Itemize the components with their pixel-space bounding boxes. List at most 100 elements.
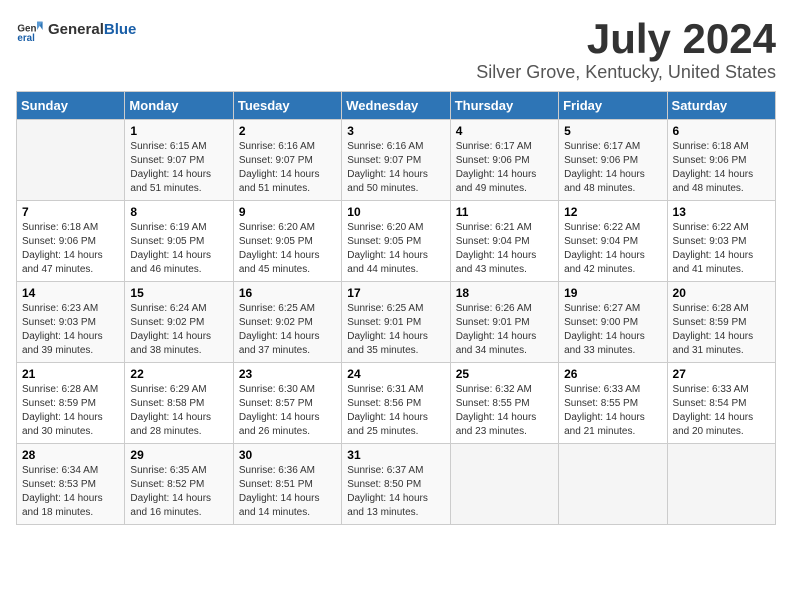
- day-number: 23: [239, 367, 336, 381]
- svg-text:eral: eral: [17, 33, 35, 44]
- calendar-cell: 29 Sunrise: 6:35 AM Sunset: 8:52 PM Dayli…: [125, 444, 233, 525]
- day-info: Sunrise: 6:31 AM Sunset: 8:56 PM Dayligh…: [347, 383, 444, 439]
- day-number: 18: [456, 286, 553, 300]
- calendar-table: SundayMondayTuesdayWednesdayThursdayFrid…: [16, 91, 776, 525]
- day-info: Sunrise: 6:19 AM Sunset: 9:05 PM Dayligh…: [130, 221, 227, 277]
- logo-text: GeneralBlue: [48, 22, 136, 38]
- logo: Gen eral GeneralBlue: [16, 16, 136, 44]
- day-number: 25: [456, 367, 553, 381]
- calendar-cell: 8 Sunrise: 6:19 AM Sunset: 9:05 PM Daylig…: [125, 201, 233, 282]
- day-info: Sunrise: 6:21 AM Sunset: 9:04 PM Dayligh…: [456, 221, 553, 277]
- calendar-week-row: 21 Sunrise: 6:28 AM Sunset: 8:59 PM Dayli…: [17, 363, 776, 444]
- header: Gen eral GeneralBlue July 2024 Silver Gr…: [16, 16, 776, 83]
- day-number: 4: [456, 124, 553, 138]
- day-number: 21: [22, 367, 119, 381]
- calendar-week-row: 1 Sunrise: 6:15 AM Sunset: 9:07 PM Daylig…: [17, 120, 776, 201]
- day-info: Sunrise: 6:33 AM Sunset: 8:54 PM Dayligh…: [673, 383, 770, 439]
- day-info: Sunrise: 6:28 AM Sunset: 8:59 PM Dayligh…: [22, 383, 119, 439]
- day-info: Sunrise: 6:15 AM Sunset: 9:07 PM Dayligh…: [130, 140, 227, 196]
- calendar-cell: 26 Sunrise: 6:33 AM Sunset: 8:55 PM Dayli…: [559, 363, 667, 444]
- calendar-cell: 3 Sunrise: 6:16 AM Sunset: 9:07 PM Daylig…: [342, 120, 450, 201]
- title-area: July 2024 Silver Grove, Kentucky, United…: [476, 16, 776, 83]
- day-number: 19: [564, 286, 661, 300]
- day-info: Sunrise: 6:26 AM Sunset: 9:01 PM Dayligh…: [456, 302, 553, 358]
- calendar-cell: 10 Sunrise: 6:20 AM Sunset: 9:05 PM Dayli…: [342, 201, 450, 282]
- day-number: 20: [673, 286, 770, 300]
- day-number: 8: [130, 205, 227, 219]
- day-number: 10: [347, 205, 444, 219]
- calendar-cell: 31 Sunrise: 6:37 AM Sunset: 8:50 PM Dayli…: [342, 444, 450, 525]
- calendar-cell: 22 Sunrise: 6:29 AM Sunset: 8:58 PM Dayli…: [125, 363, 233, 444]
- day-number: 14: [22, 286, 119, 300]
- calendar-cell: [559, 444, 667, 525]
- day-info: Sunrise: 6:22 AM Sunset: 9:03 PM Dayligh…: [673, 221, 770, 277]
- day-info: Sunrise: 6:25 AM Sunset: 9:01 PM Dayligh…: [347, 302, 444, 358]
- day-of-week-header: Thursday: [450, 92, 558, 120]
- day-info: Sunrise: 6:35 AM Sunset: 8:52 PM Dayligh…: [130, 464, 227, 520]
- day-of-week-header: Monday: [125, 92, 233, 120]
- calendar-cell: 27Sunrise: 6:33 AM Sunset: 8:54 PM Dayli…: [667, 363, 775, 444]
- calendar-cell: 30Sunrise: 6:36 AM Sunset: 8:51 PM Dayli…: [233, 444, 341, 525]
- calendar-cell: 2 Sunrise: 6:16 AM Sunset: 9:07 PM Daylig…: [233, 120, 341, 201]
- calendar-week-row: 14Sunrise: 6:23 AM Sunset: 9:03 PM Dayli…: [17, 282, 776, 363]
- day-number: 7: [22, 205, 119, 219]
- day-info: Sunrise: 6:20 AM Sunset: 9:05 PM Dayligh…: [347, 221, 444, 277]
- month-title: July 2024: [476, 16, 776, 62]
- calendar-cell: 21 Sunrise: 6:28 AM Sunset: 8:59 PM Dayli…: [17, 363, 125, 444]
- day-number: 6: [673, 124, 770, 138]
- day-number: 29: [130, 448, 227, 462]
- calendar-cell: 12 Sunrise: 6:22 AM Sunset: 9:04 PM Dayli…: [559, 201, 667, 282]
- day-of-week-header: Wednesday: [342, 92, 450, 120]
- day-info: Sunrise: 6:27 AM Sunset: 9:00 PM Dayligh…: [564, 302, 661, 358]
- day-number: 12: [564, 205, 661, 219]
- calendar-cell: 6Sunrise: 6:18 AM Sunset: 9:06 PM Daylig…: [667, 120, 775, 201]
- calendar-cell: [667, 444, 775, 525]
- calendar-cell: 19 Sunrise: 6:27 AM Sunset: 9:00 PM Dayli…: [559, 282, 667, 363]
- day-number: 28: [22, 448, 119, 462]
- day-number: 22: [130, 367, 227, 381]
- day-number: 1: [130, 124, 227, 138]
- calendar-cell: 9Sunrise: 6:20 AM Sunset: 9:05 PM Daylig…: [233, 201, 341, 282]
- day-of-week-header: Friday: [559, 92, 667, 120]
- calendar-cell: 5 Sunrise: 6:17 AM Sunset: 9:06 PM Daylig…: [559, 120, 667, 201]
- day-of-week-header: Saturday: [667, 92, 775, 120]
- day-of-week-header: Sunday: [17, 92, 125, 120]
- day-number: 2: [239, 124, 336, 138]
- day-info: Sunrise: 6:17 AM Sunset: 9:06 PM Dayligh…: [456, 140, 553, 196]
- calendar-cell: 24 Sunrise: 6:31 AM Sunset: 8:56 PM Dayli…: [342, 363, 450, 444]
- day-number: 24: [347, 367, 444, 381]
- day-info: Sunrise: 6:22 AM Sunset: 9:04 PM Dayligh…: [564, 221, 661, 277]
- calendar-cell: 13 Sunrise: 6:22 AM Sunset: 9:03 PM Dayli…: [667, 201, 775, 282]
- day-info: Sunrise: 6:16 AM Sunset: 9:07 PM Dayligh…: [347, 140, 444, 196]
- calendar-cell: 18 Sunrise: 6:26 AM Sunset: 9:01 PM Dayli…: [450, 282, 558, 363]
- day-number: 13: [673, 205, 770, 219]
- calendar-cell: 1 Sunrise: 6:15 AM Sunset: 9:07 PM Daylig…: [125, 120, 233, 201]
- day-info: Sunrise: 6:37 AM Sunset: 8:50 PM Dayligh…: [347, 464, 444, 520]
- day-info: Sunrise: 6:20 AM Sunset: 9:05 PM Dayligh…: [239, 221, 336, 277]
- day-info: Sunrise: 6:28 AM Sunset: 8:59 PM Dayligh…: [673, 302, 770, 358]
- calendar-cell: [450, 444, 558, 525]
- calendar-cell: 4 Sunrise: 6:17 AM Sunset: 9:06 PM Daylig…: [450, 120, 558, 201]
- day-of-week-header: Tuesday: [233, 92, 341, 120]
- calendar-week-row: 28Sunrise: 6:34 AM Sunset: 8:53 PM Dayli…: [17, 444, 776, 525]
- day-info: Sunrise: 6:25 AM Sunset: 9:02 PM Dayligh…: [239, 302, 336, 358]
- day-number: 5: [564, 124, 661, 138]
- day-info: Sunrise: 6:33 AM Sunset: 8:55 PM Dayligh…: [564, 383, 661, 439]
- day-number: 31: [347, 448, 444, 462]
- calendar-week-row: 7 Sunrise: 6:18 AM Sunset: 9:06 PM Daylig…: [17, 201, 776, 282]
- day-number: 26: [564, 367, 661, 381]
- calendar-cell: 7 Sunrise: 6:18 AM Sunset: 9:06 PM Daylig…: [17, 201, 125, 282]
- day-info: Sunrise: 6:29 AM Sunset: 8:58 PM Dayligh…: [130, 383, 227, 439]
- day-info: Sunrise: 6:32 AM Sunset: 8:55 PM Dayligh…: [456, 383, 553, 439]
- logo-blue: Blue: [104, 21, 137, 38]
- day-number: 3: [347, 124, 444, 138]
- day-info: Sunrise: 6:18 AM Sunset: 9:06 PM Dayligh…: [22, 221, 119, 277]
- day-info: Sunrise: 6:17 AM Sunset: 9:06 PM Dayligh…: [564, 140, 661, 196]
- calendar-cell: 17 Sunrise: 6:25 AM Sunset: 9:01 PM Dayli…: [342, 282, 450, 363]
- calendar-cell: 16Sunrise: 6:25 AM Sunset: 9:02 PM Dayli…: [233, 282, 341, 363]
- calendar-cell: 25 Sunrise: 6:32 AM Sunset: 8:55 PM Dayli…: [450, 363, 558, 444]
- day-number: 17: [347, 286, 444, 300]
- day-number: 15: [130, 286, 227, 300]
- day-info: Sunrise: 6:16 AM Sunset: 9:07 PM Dayligh…: [239, 140, 336, 196]
- day-number: 30: [239, 448, 336, 462]
